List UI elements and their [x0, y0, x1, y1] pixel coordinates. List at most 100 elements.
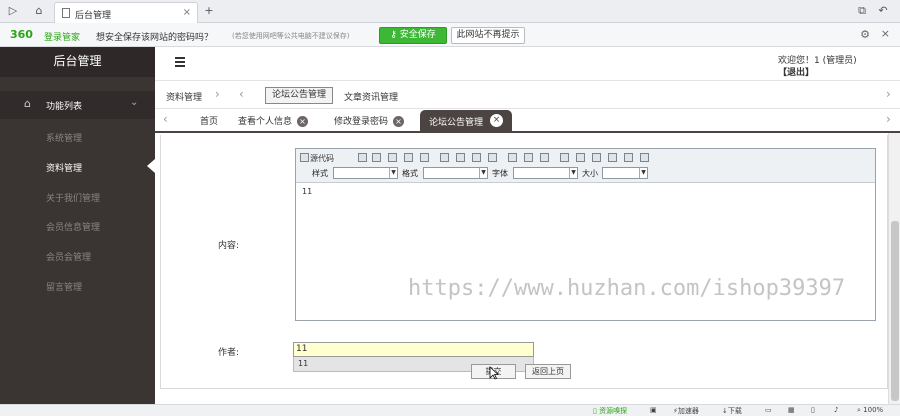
- back-button[interactable]: 返回上页: [525, 364, 571, 379]
- home-icon[interactable]: ⌂: [32, 4, 46, 18]
- tools-icon[interactable]: ▦: [788, 406, 795, 414]
- author-input[interactable]: 11: [293, 342, 534, 357]
- align-left-icon[interactable]: [440, 153, 449, 162]
- safe-save-button[interactable]: ⚷ 安全保存: [379, 27, 447, 44]
- tabs-scroll-right-icon[interactable]: ›: [886, 112, 891, 126]
- tab-home[interactable]: 首页: [200, 114, 218, 127]
- blockquote-icon[interactable]: [404, 153, 413, 162]
- editor-body-text[interactable]: 11: [302, 187, 312, 196]
- sidebar-item-member-info[interactable]: 会员信息管理: [46, 220, 100, 233]
- breadcrumb-active[interactable]: 论坛公告管理: [265, 87, 333, 104]
- scrollbar-thumb[interactable]: [891, 221, 899, 401]
- chevron-left-icon[interactable]: ‹: [239, 87, 244, 101]
- zoom-level[interactable]: ⌕ 100%: [857, 406, 883, 415]
- paste-icon[interactable]: [420, 153, 429, 162]
- device-icon[interactable]: ▯: [811, 406, 815, 414]
- sidebar-item-system[interactable]: 系统管理: [46, 131, 82, 144]
- tab-change-password[interactable]: 修改登录密码 ×: [334, 114, 405, 127]
- sidebar-item-data[interactable]: 资料管理: [46, 161, 82, 174]
- breadcrumb-root[interactable]: 资料管理: [166, 90, 202, 103]
- style-select[interactable]: ▼: [333, 167, 398, 179]
- align-justify-icon[interactable]: [488, 153, 497, 162]
- chevron-right-icon[interactable]: ›: [886, 87, 891, 101]
- table-icon[interactable]: [576, 153, 585, 162]
- close-icon[interactable]: ×: [297, 116, 309, 127]
- tabs-scroll-left-icon[interactable]: ‹: [163, 112, 168, 126]
- align-center-icon[interactable]: [456, 153, 465, 162]
- tab-label: 论坛公告管理: [429, 118, 484, 128]
- download-button[interactable]: ↓下载: [722, 406, 742, 416]
- chevron-down-icon: ⌄: [130, 97, 139, 108]
- key-icon: ⚷: [390, 30, 397, 40]
- volume-icon[interactable]: ♪: [834, 406, 838, 414]
- size-label: 大小: [582, 169, 598, 178]
- accelerator-button[interactable]: ⚡加速器: [673, 406, 699, 416]
- dropdown-arrow-icon: ▼: [479, 168, 487, 178]
- superscript-icon[interactable]: [372, 153, 381, 162]
- password-save-bar: 360 登录管家 想安全保存该网站的密码吗？ (若您使用网吧等公共电脑不建议保存…: [0, 23, 900, 47]
- tab-label: 修改登录密码: [334, 117, 389, 127]
- close-icon[interactable]: ×: [490, 114, 503, 127]
- format-label: 格式: [402, 169, 418, 178]
- tab-view-profile[interactable]: 查看个人信息 ×: [238, 114, 309, 127]
- new-tab-icon[interactable]: +: [202, 4, 216, 18]
- dropdown-arrow-icon: ▼: [569, 168, 577, 178]
- page-break-icon[interactable]: [640, 153, 649, 162]
- close-tab-icon[interactable]: ×: [183, 7, 191, 18]
- restore-icon[interactable]: ⧉: [855, 4, 869, 18]
- source-code-icon[interactable]: [300, 153, 309, 162]
- style-label: 样式: [312, 169, 328, 178]
- smiley-icon[interactable]: [608, 153, 617, 162]
- content-label: 内容:: [218, 241, 240, 251]
- sidebar-toggle-icon[interactable]: ▷: [6, 4, 20, 18]
- status-label: 下载: [727, 407, 742, 415]
- anchor-icon[interactable]: [540, 153, 549, 162]
- close-icon[interactable]: ×: [393, 116, 405, 127]
- never-prompt-button[interactable]: 此网站不再提示: [451, 27, 525, 44]
- format-select[interactable]: ▼: [423, 167, 488, 179]
- source-code-button[interactable]: 源代码: [310, 153, 334, 164]
- mouse-cursor-icon: [489, 366, 499, 380]
- tab-label: 查看个人信息: [238, 117, 293, 127]
- page-tabs: ‹ 首页 查看个人信息 × 修改登录密码 × 论坛公告管理 × ›: [155, 109, 900, 133]
- image-icon[interactable]: [560, 153, 569, 162]
- sidebar-section-functions[interactable]: ⌂ 功能列表 ⌄: [0, 91, 155, 119]
- sidebar-item-messages[interactable]: 留言管理: [46, 280, 82, 293]
- resource-sniff-button[interactable]: ▯ 资源嗅探: [593, 406, 627, 416]
- logout-link[interactable]: 【退出】: [778, 65, 814, 78]
- size-select[interactable]: ▼: [602, 167, 648, 179]
- browser-tab[interactable]: 后台管理 ×: [54, 2, 198, 23]
- subscript-icon[interactable]: [358, 153, 367, 162]
- align-right-icon[interactable]: [472, 153, 481, 162]
- window-icon[interactable]: ▭: [765, 406, 772, 414]
- safe-save-label: 安全保存: [399, 30, 436, 40]
- unlink-icon[interactable]: [524, 153, 533, 162]
- hamburger-menu-icon[interactable]: [175, 57, 185, 67]
- sidebar-item-member-meeting[interactable]: 会员会管理: [46, 250, 91, 263]
- vertical-scrollbar[interactable]: [888, 133, 900, 404]
- link-icon[interactable]: [508, 153, 517, 162]
- page-icon: [62, 8, 70, 18]
- gear-icon[interactable]: ⚙: [860, 28, 870, 41]
- home-icon: ⌂: [24, 97, 31, 110]
- rich-text-editor[interactable]: 源代码 样式 ▼ 格式 ▼ 字体 ▼ 大小 ▼ 11 https://www.h…: [295, 148, 876, 321]
- screenshot-icon[interactable]: ▣: [650, 406, 657, 414]
- special-char-icon[interactable]: [624, 153, 633, 162]
- remove-format-icon[interactable]: [388, 153, 397, 162]
- breadcrumb-item[interactable]: 文章资讯管理: [344, 90, 398, 103]
- tab-label: 首页: [200, 117, 219, 127]
- watermark-text: https://www.huzhan.com/ishop39397: [408, 276, 846, 301]
- undo-close-icon[interactable]: ↶: [876, 4, 890, 18]
- browser-tab-title: 后台管理: [75, 11, 112, 21]
- editor-toolbar: 源代码 样式 ▼ 格式 ▼ 字体 ▼ 大小 ▼: [296, 149, 875, 183]
- font-select[interactable]: ▼: [513, 167, 578, 179]
- sidebar-item-about[interactable]: 关于我们管理: [46, 191, 100, 204]
- close-icon[interactable]: ×: [881, 27, 890, 40]
- font-label: 字体: [492, 169, 508, 178]
- status-label: 资源嗅探: [599, 407, 628, 415]
- browser-status-bar: ▯ 资源嗅探 ▣ ⚡加速器 ↓下载 ▭ ▦ ▯ ♪ ⌕ 100%: [0, 404, 900, 416]
- dropdown-arrow-icon: ▼: [639, 168, 647, 178]
- horizontal-rule-icon[interactable]: [592, 153, 601, 162]
- active-item-indicator: [147, 159, 155, 173]
- tab-forum-notice[interactable]: 论坛公告管理 ×: [420, 110, 512, 131]
